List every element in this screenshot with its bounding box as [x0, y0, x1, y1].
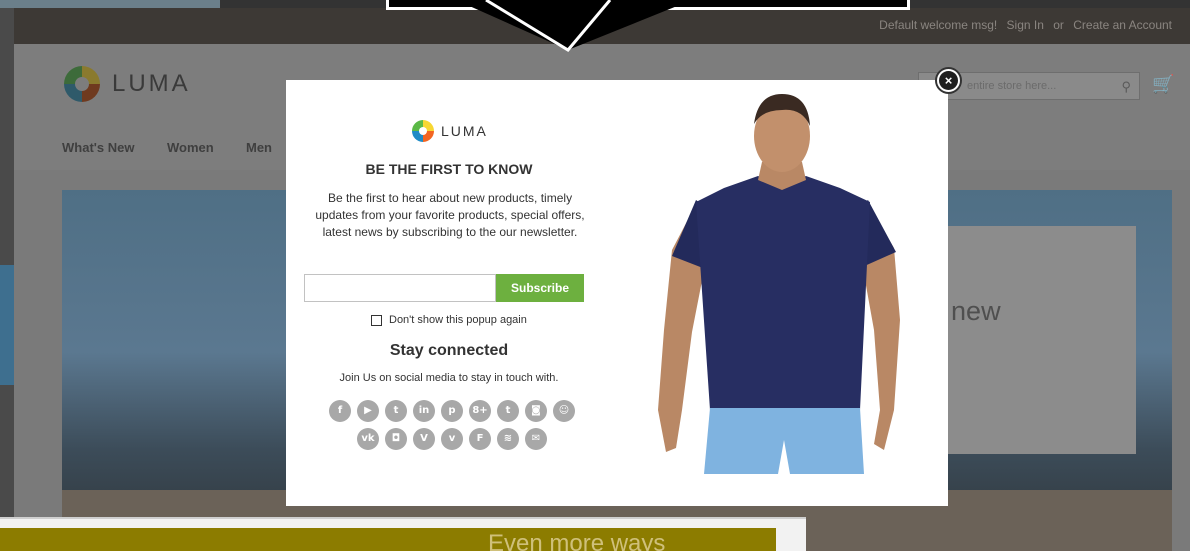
twitter-icon[interactable]: t: [385, 400, 407, 422]
pointer-arrow-icon: [456, 0, 692, 52]
facebook-icon[interactable]: f: [329, 400, 351, 422]
stay-connected-heading: Stay connected: [389, 342, 509, 359]
account-links: Default welcome msg! Sign In or Create a…: [873, 18, 1172, 32]
nav-item-men[interactable]: Men: [246, 140, 272, 155]
foursquare-icon[interactable]: F: [469, 428, 491, 450]
instagram-icon[interactable]: ◙: [525, 400, 547, 422]
logo-text: LUMA: [112, 70, 191, 97]
newsletter-popup: LUMA BE THE FIRST TO KNOW Be the first t…: [286, 80, 948, 506]
dont-show-checkbox[interactable]: Don't show this popup again: [371, 314, 527, 326]
search-icon[interactable]: ⚲: [1121, 79, 1131, 95]
popup-logo: LUMA: [412, 120, 488, 142]
luma-logo-icon: [64, 66, 100, 102]
vk-icon[interactable]: vk: [357, 428, 379, 450]
rss-icon[interactable]: ≋: [497, 428, 519, 450]
pinterest-icon[interactable]: p: [441, 400, 463, 422]
nav-item-women[interactable]: Women: [167, 140, 214, 155]
linkedin-icon[interactable]: in: [413, 400, 435, 422]
background-window-top: [0, 0, 220, 8]
sign-in-link[interactable]: Sign In: [1007, 18, 1044, 32]
popup-description: Be the first to hear about new products,…: [315, 191, 585, 239]
nav-item-whats-new[interactable]: What's New: [62, 140, 134, 155]
close-icon[interactable]: ×: [939, 71, 958, 90]
email-icon[interactable]: ✉: [525, 428, 547, 450]
luma-logo-icon: [412, 120, 434, 142]
flickr-icon[interactable]: ◘: [385, 428, 407, 450]
popup-product-image: [612, 80, 948, 506]
search-placeholder: entire store here...: [967, 80, 1057, 92]
social-row-1: f ▶ t in p 8+ t ◙ ☺: [314, 400, 590, 422]
tumblr-icon[interactable]: t: [497, 400, 519, 422]
bottom-banner-text: Even more ways: [488, 530, 666, 551]
background-window-band: [0, 265, 14, 385]
popup-content: LUMA BE THE FIRST TO KNOW Be the first t…: [286, 80, 612, 506]
email-field[interactable]: [304, 274, 496, 302]
popup-logo-text: LUMA: [441, 123, 488, 139]
store-logo[interactable]: LUMA: [64, 66, 191, 102]
welcome-message: Default welcome msg!: [879, 18, 998, 32]
social-row-2: vk ◘ V v F ≋ ✉: [314, 428, 590, 450]
reddit-icon[interactable]: ☺: [553, 400, 575, 422]
join-text: Join Us on social media to stay in touch…: [339, 372, 559, 384]
vimeo-icon[interactable]: v: [441, 428, 463, 450]
screen: Default welcome msg! Sign In or Create a…: [0, 0, 1190, 551]
vine-icon[interactable]: V: [413, 428, 435, 450]
youtube-icon[interactable]: ▶: [357, 400, 379, 422]
checkbox-box[interactable]: [371, 314, 382, 326]
or-text: or: [1053, 18, 1064, 32]
social-icons: f ▶ t in p 8+ t ◙ ☺ vk ◘ V v F ≋ ✉: [314, 400, 590, 456]
close-popup-button[interactable]: ×: [935, 67, 962, 94]
dont-show-label: Don't show this popup again: [389, 314, 527, 326]
popup-title: BE THE FIRST TO KNOW: [365, 161, 533, 177]
create-account-link[interactable]: Create an Account: [1073, 18, 1172, 32]
subscribe-button[interactable]: Subscribe: [496, 274, 584, 302]
model-tshirt-image: [658, 94, 900, 474]
google-plus-icon[interactable]: 8+: [469, 400, 491, 422]
cart-icon[interactable]: 🛒: [1152, 74, 1174, 95]
